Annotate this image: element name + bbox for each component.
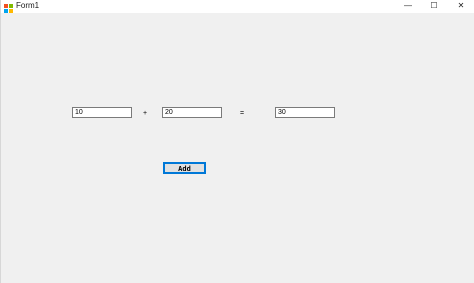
title-bar[interactable]: Form1 — ☐ ✕: [1, 0, 474, 13]
close-icon: ✕: [457, 1, 465, 10]
minimize-button[interactable]: —: [396, 0, 420, 12]
maximize-icon: ☐: [430, 1, 438, 10]
add-button[interactable]: Add: [163, 162, 206, 174]
plus-label: +: [143, 110, 148, 117]
operand2-input[interactable]: [162, 107, 222, 118]
operand1-input[interactable]: [72, 107, 132, 118]
equals-label: =: [240, 110, 245, 117]
window-title: Form1: [16, 1, 40, 10]
maximize-button[interactable]: ☐: [422, 0, 446, 12]
winforms-app-icon: [4, 0, 13, 13]
form-client-area: [1, 13, 474, 283]
result-input[interactable]: [275, 107, 335, 118]
close-button[interactable]: ✕: [449, 0, 473, 12]
minimize-icon: —: [404, 1, 412, 10]
main-window: Form1 — ☐ ✕ + = Add: [0, 0, 474, 283]
